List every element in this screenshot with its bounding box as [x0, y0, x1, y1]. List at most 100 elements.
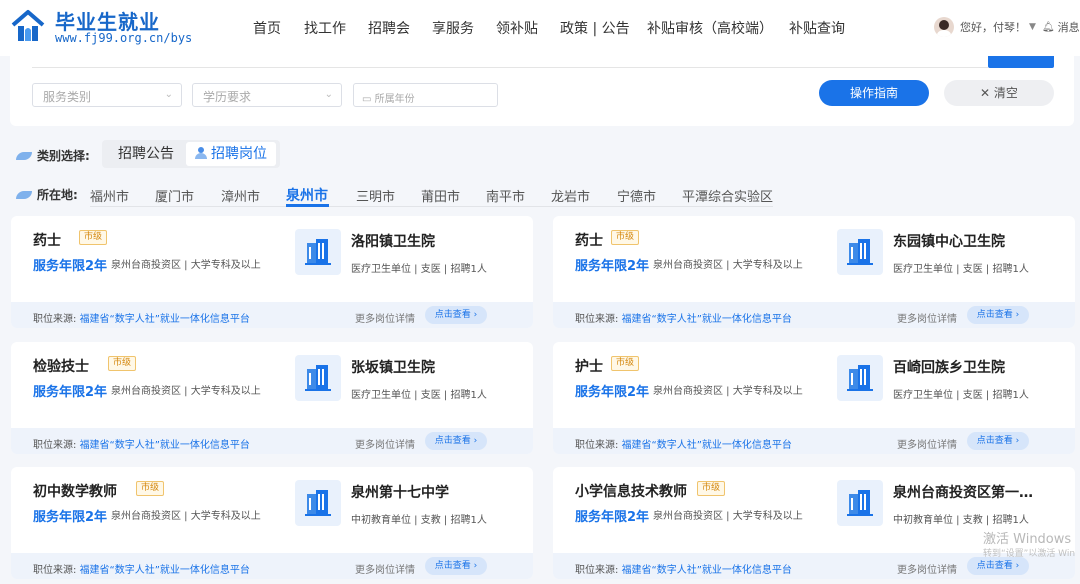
- view-button[interactable]: 点击查看 ›: [425, 557, 487, 575]
- location-label: 所在地:: [37, 188, 78, 202]
- employer-name[interactable]: 百崎回族乡卫生院: [893, 357, 1043, 377]
- employer-name[interactable]: 洛阳镇卫生院: [351, 231, 501, 251]
- city-tab-sanming[interactable]: 三明市: [356, 186, 395, 205]
- job-source-link[interactable]: 福建省“数字人社”就业一体化信息平台: [622, 565, 792, 576]
- activation-watermark-sub: 转到“设置”以激活 Win: [983, 549, 1076, 559]
- nav-subsidy[interactable]: 领补贴: [496, 18, 538, 38]
- view-button[interactable]: 点击查看 ›: [425, 306, 487, 324]
- more-details-label: 更多岗位详情: [355, 565, 415, 576]
- city-tab-nanping[interactable]: 南平市: [486, 186, 525, 205]
- job-source-label: 职位来源:: [33, 314, 77, 325]
- building-icon: [295, 229, 341, 275]
- view-button[interactable]: 点击查看 ›: [967, 557, 1029, 575]
- messages-link[interactable]: 消息: [1058, 19, 1080, 35]
- activation-watermark: 激活 Windows: [983, 532, 1072, 547]
- employer-name[interactable]: 泉州第十七中学: [351, 482, 501, 502]
- job-source-link[interactable]: 福建省“数字人社”就业一体化信息平台: [80, 440, 250, 451]
- education-select[interactable]: 学历要求 ⌄: [192, 83, 342, 107]
- job-location-education: 泉州台商投资区 | 大学专科及以上: [653, 260, 803, 271]
- job-source: 职位来源: 福建省“数字人社”就业一体化信息平台: [575, 310, 792, 325]
- building-icon: [295, 480, 341, 526]
- city-tab-putian[interactable]: 莆田市: [421, 186, 460, 205]
- employer-info: 医疗卫生单位 | 支医 | 招聘1人: [351, 390, 487, 401]
- job-card[interactable]: 检验技士 市级 服务年限2年 泉州台商投资区 | 大学专科及以上 张坂镇卫生院医疗卫生单…: [11, 342, 533, 454]
- location-label-row: 所在地:: [16, 186, 78, 203]
- leaf-icon: [16, 151, 32, 160]
- more-details-label: 更多岗位详情: [355, 440, 415, 451]
- tab-recruit-notice[interactable]: 招聘公告: [106, 142, 186, 166]
- nav-find-job[interactable]: 找工作: [304, 18, 346, 38]
- active-city-underline: [286, 204, 329, 207]
- search-button[interactable]: [988, 56, 1054, 68]
- card-footer: 职位来源: 福建省“数字人社”就业一体化信息平台 更多岗位详情 点击查看 ›: [11, 302, 533, 328]
- building-icon: [837, 355, 883, 401]
- level-badge: 市级: [108, 356, 137, 371]
- job-title[interactable]: 药士: [33, 230, 61, 250]
- nav-policy[interactable]: 政策 | 公告: [560, 18, 630, 38]
- category-label: 类别选择:: [37, 149, 90, 163]
- year-placeholder: 所属年份: [374, 94, 415, 105]
- job-location-education: 泉州台商投资区 | 大学专科及以上: [111, 386, 261, 397]
- job-source-link[interactable]: 福建省“数字人社”就业一体化信息平台: [80, 565, 250, 576]
- nav-job-fair[interactable]: 招聘会: [368, 18, 410, 38]
- avatar[interactable]: [934, 17, 954, 37]
- more-details-label: 更多岗位详情: [897, 314, 957, 325]
- level-badge: 市级: [611, 356, 640, 371]
- view-button[interactable]: 点击查看 ›: [425, 432, 487, 450]
- city-tab-fuzhou[interactable]: 福州市: [90, 186, 129, 205]
- nav-subsidy-review[interactable]: 补贴审核（高校端）: [647, 18, 773, 38]
- nav-home[interactable]: 首页: [253, 18, 281, 38]
- job-source-link[interactable]: 福建省“数字人社”就业一体化信息平台: [622, 440, 792, 451]
- search-input[interactable]: [32, 67, 988, 68]
- clear-button[interactable]: ✕ 清空: [944, 80, 1054, 106]
- service-type-select[interactable]: 服务类别 ⌄: [32, 83, 182, 107]
- city-tab-xiamen[interactable]: 厦门市: [155, 186, 194, 205]
- employer-name[interactable]: 张坂镇卫生院: [351, 357, 501, 377]
- city-tab-ningde[interactable]: 宁德市: [617, 186, 656, 205]
- building-icon: [837, 229, 883, 275]
- job-title[interactable]: 检验技士: [33, 356, 89, 376]
- job-card[interactable]: 小学信息技术教师 市级 服务年限2年 泉州台商投资区 | 大学专科及以上 泉州台商投资区…: [553, 467, 1075, 579]
- education-placeholder: 学历要求: [203, 90, 252, 104]
- nav-subsidy-query[interactable]: 补贴查询: [789, 18, 845, 38]
- view-button[interactable]: 点击查看 ›: [967, 432, 1029, 450]
- job-card[interactable]: 药士 市级 服务年限2年 泉州台商投资区 | 大学专科及以上 东园镇中心卫生院 医疗卫生单…: [553, 216, 1075, 328]
- card-footer: 职位来源: 福建省“数字人社”就业一体化信息平台 更多岗位详情 点击查看 ›: [553, 428, 1075, 454]
- category-switch: 招聘公告 招聘岗位: [102, 140, 280, 168]
- close-icon: ✕: [980, 86, 994, 100]
- job-title[interactable]: 护士: [575, 356, 603, 376]
- chevron-down-icon[interactable]: ▼: [1029, 22, 1036, 32]
- card-footer: 职位来源: 福建省“数字人社”就业一体化信息平台 更多岗位详情 点击查看 ›: [11, 428, 533, 454]
- tab-recruit-positions[interactable]: 招聘岗位: [186, 142, 276, 166]
- job-card[interactable]: 初中数学教师 市级 服务年限2年 泉州台商投资区 | 大学专科及以上 泉州第十七中学 中初…: [11, 467, 533, 579]
- city-tab-longyan[interactable]: 龙岩市: [551, 186, 590, 205]
- year-picker[interactable]: ▭ 所属年份: [353, 83, 498, 107]
- bell-icon[interactable]: 🔔︎: [1042, 22, 1055, 33]
- clear-label: 清空: [993, 86, 1018, 100]
- job-source: 职位来源: 福建省“数字人社”就业一体化信息平台: [33, 561, 250, 576]
- employer-info: 中初教育单位 | 支教 | 招聘1人: [893, 515, 1029, 526]
- job-source: 职位来源: 福建省“数字人社”就业一体化信息平台: [33, 436, 250, 451]
- job-source-label: 职位来源:: [575, 314, 619, 325]
- employer-info: 医疗卫生单位 | 支医 | 招聘1人: [893, 390, 1029, 401]
- job-title[interactable]: 小学信息技术教师: [575, 481, 687, 501]
- nav-services[interactable]: 享服务: [432, 18, 474, 38]
- guide-button[interactable]: 操作指南: [819, 80, 929, 106]
- service-years: 服务年限2年: [575, 259, 650, 274]
- job-card[interactable]: 护士 市级 服务年限2年 泉州台商投资区 | 大学专科及以上 百崎回族乡卫生院 医疗卫生单…: [553, 342, 1075, 454]
- city-tab-pingtan[interactable]: 平潭综合实验区: [682, 186, 773, 205]
- employer-name[interactable]: 泉州台商投资区第一…: [893, 482, 1043, 502]
- greeting[interactable]: 您好，付琴！: [960, 19, 1026, 35]
- job-card[interactable]: 药士 市级 服务年限2年 泉州台商投资区 | 大学专科及以上 洛阳镇卫生院 医疗卫生单位 …: [11, 216, 533, 328]
- job-source-label: 职位来源:: [575, 565, 619, 576]
- employer-name[interactable]: 东园镇中心卫生院: [893, 231, 1043, 251]
- city-tab-quanzhou[interactable]: 泉州市: [286, 185, 328, 205]
- logo-icon[interactable]: [10, 8, 46, 44]
- job-title[interactable]: 初中数学教师: [33, 481, 117, 501]
- city-tab-zhangzhou[interactable]: 漳州市: [221, 186, 260, 205]
- service-years: 服务年限2年: [33, 385, 108, 400]
- job-title[interactable]: 药士: [575, 230, 603, 250]
- job-source-link[interactable]: 福建省“数字人社”就业一体化信息平台: [80, 314, 250, 325]
- job-source-link[interactable]: 福建省“数字人社”就业一体化信息平台: [622, 314, 792, 325]
- view-button[interactable]: 点击查看 ›: [967, 306, 1029, 324]
